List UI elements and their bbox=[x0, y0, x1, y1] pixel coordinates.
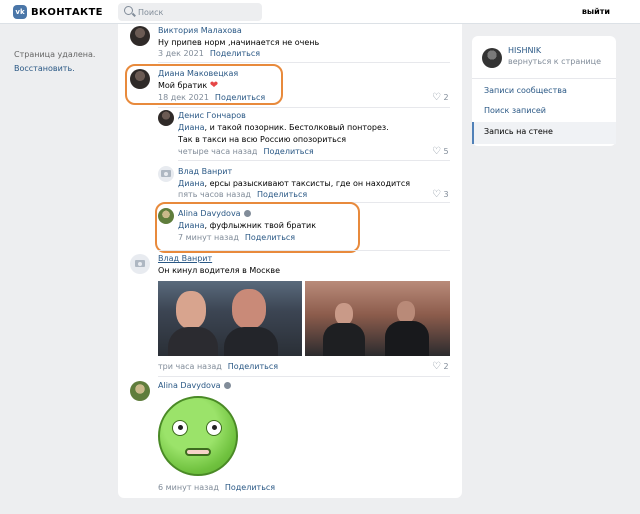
photo-face bbox=[232, 289, 266, 329]
page-deleted-text: Страница удалена. bbox=[14, 50, 96, 59]
heart-icon: ♡ bbox=[432, 189, 441, 200]
attached-photo[interactable] bbox=[158, 281, 302, 356]
restore-link[interactable]: Восстановить. bbox=[14, 64, 95, 73]
comment-date[interactable]: четыре часа назад bbox=[178, 147, 257, 156]
share-link[interactable]: Поделиться bbox=[225, 483, 275, 492]
like-button[interactable]: ♡ 3 bbox=[432, 189, 449, 200]
comment-author[interactable]: Alina Davydova bbox=[158, 381, 231, 390]
comment-text-body: , и такой позорник. Бестолковый понторез… bbox=[204, 123, 389, 132]
side-menu: HISHNIK вернуться к странице Записи сооб… bbox=[472, 36, 616, 146]
divider bbox=[158, 250, 450, 251]
menu-item-label: Запись на стене bbox=[484, 127, 553, 136]
photo-face bbox=[397, 301, 415, 323]
search-input[interactable] bbox=[138, 5, 256, 19]
like-count: 3 bbox=[443, 190, 449, 199]
heart-icon: ♡ bbox=[432, 92, 441, 103]
mention-link[interactable]: Диана bbox=[178, 179, 204, 188]
sticker-pupil bbox=[212, 425, 217, 430]
verified-badge-icon bbox=[223, 382, 231, 389]
comment-meta: пять часов назад Поделиться bbox=[178, 190, 307, 199]
divider bbox=[178, 160, 450, 161]
sick-face-sticker bbox=[158, 396, 238, 476]
attached-photo[interactable] bbox=[305, 281, 450, 356]
comment-date[interactable]: 3 дек 2021 bbox=[158, 49, 204, 58]
divider bbox=[472, 78, 616, 79]
share-link[interactable]: Поделиться bbox=[257, 190, 307, 199]
comment-meta: четыре часа назад Поделиться bbox=[178, 147, 314, 156]
logout-link[interactable]: выйти bbox=[582, 7, 610, 16]
like-button[interactable]: ♡ 5 bbox=[432, 146, 449, 157]
like-button[interactable]: ♡ 2 bbox=[432, 92, 449, 103]
menu-item-search-posts[interactable]: Поиск записей bbox=[484, 106, 546, 115]
heart-icon: ♡ bbox=[432, 146, 441, 157]
comment-meta: 3 дек 2021 Поделиться bbox=[158, 49, 260, 58]
photo-body bbox=[168, 327, 218, 356]
comments-card: Виктория Малахова Ну припев норм ,начина… bbox=[118, 24, 462, 498]
share-link[interactable]: Поделиться bbox=[263, 147, 313, 156]
divider bbox=[158, 62, 450, 63]
photo-body bbox=[224, 327, 278, 356]
photo-body bbox=[323, 323, 365, 356]
top-bar: vk ВКОНТАКТЕ выйти bbox=[0, 0, 640, 24]
page-deleted-notice: Страница удалена. Восстановить. bbox=[14, 50, 95, 73]
comment-meta: 6 минут назад Поделиться bbox=[158, 483, 275, 492]
sticker-eye bbox=[206, 420, 222, 436]
comment-text-body: , ерсы разыскивают таксисты, где он нахо… bbox=[204, 179, 411, 188]
comment-author-name: Alina Davydova bbox=[158, 381, 221, 390]
sticker-mouth bbox=[185, 448, 211, 456]
like-button[interactable]: ♡ 2 bbox=[432, 361, 449, 372]
avatar[interactable] bbox=[130, 254, 150, 274]
mention-link[interactable]: Диана bbox=[178, 123, 204, 132]
avatar[interactable] bbox=[482, 48, 502, 68]
heart-icon: ♡ bbox=[432, 361, 441, 372]
photo-face bbox=[335, 303, 353, 325]
comment-meta: три часа назад Поделиться bbox=[158, 362, 278, 371]
avatar[interactable] bbox=[130, 26, 150, 46]
comment-author[interactable]: Влад Ванрит bbox=[158, 254, 212, 263]
comment-text: Ну припев норм ,начинается не очень bbox=[158, 38, 320, 47]
divider bbox=[158, 376, 450, 377]
like-count: 2 bbox=[443, 93, 449, 102]
vk-logo-text: ВКОНТАКТЕ bbox=[31, 6, 103, 18]
avatar[interactable] bbox=[158, 166, 174, 182]
sticker-pupil bbox=[178, 425, 183, 430]
avatar[interactable] bbox=[158, 110, 174, 126]
comment-text: Диана, ерсы разыскивают таксисты, где он… bbox=[178, 178, 410, 189]
share-link[interactable]: Поделиться bbox=[228, 362, 278, 371]
comment-author[interactable]: Виктория Малахова bbox=[158, 26, 242, 35]
comment-date[interactable]: три часа назад bbox=[158, 362, 222, 371]
comment-author[interactable]: Влад Ванрит bbox=[178, 167, 232, 176]
highlight-box bbox=[155, 202, 360, 253]
like-count: 2 bbox=[443, 362, 449, 371]
comment-date[interactable]: пять часов назад bbox=[178, 190, 251, 199]
menu-item-community-posts[interactable]: Записи сообщества bbox=[484, 86, 567, 95]
vk-logo-icon: vk bbox=[13, 5, 27, 19]
comment-text: Диана, и такой позорник. Бестолковый пон… bbox=[178, 122, 389, 133]
avatar[interactable] bbox=[130, 381, 150, 401]
comment-text-line2: Так в такси на всю Россию опозориться bbox=[178, 135, 347, 144]
camera-icon bbox=[161, 170, 171, 177]
divider bbox=[158, 107, 450, 108]
photo-body bbox=[385, 321, 429, 356]
search-box[interactable] bbox=[118, 3, 262, 21]
camera-icon bbox=[135, 260, 145, 267]
menu-item-wall-post[interactable]: Запись на стене bbox=[472, 122, 616, 144]
back-to-page-link[interactable]: вернуться к странице bbox=[508, 57, 601, 66]
like-count: 5 bbox=[443, 147, 449, 156]
owner-name[interactable]: HISHNIK bbox=[508, 46, 541, 55]
share-link[interactable]: Поделиться bbox=[210, 49, 260, 58]
comment-date[interactable]: 6 минут назад bbox=[158, 483, 219, 492]
sticker-eye bbox=[172, 420, 188, 436]
comment-author[interactable]: Денис Гончаров bbox=[178, 111, 246, 120]
vk-logo[interactable]: vk ВКОНТАКТЕ bbox=[13, 5, 103, 19]
search-icon bbox=[124, 6, 133, 15]
photo-face bbox=[176, 291, 206, 329]
comment-text: Он кинул водителя в Москве bbox=[158, 266, 281, 275]
highlight-box bbox=[125, 64, 283, 105]
